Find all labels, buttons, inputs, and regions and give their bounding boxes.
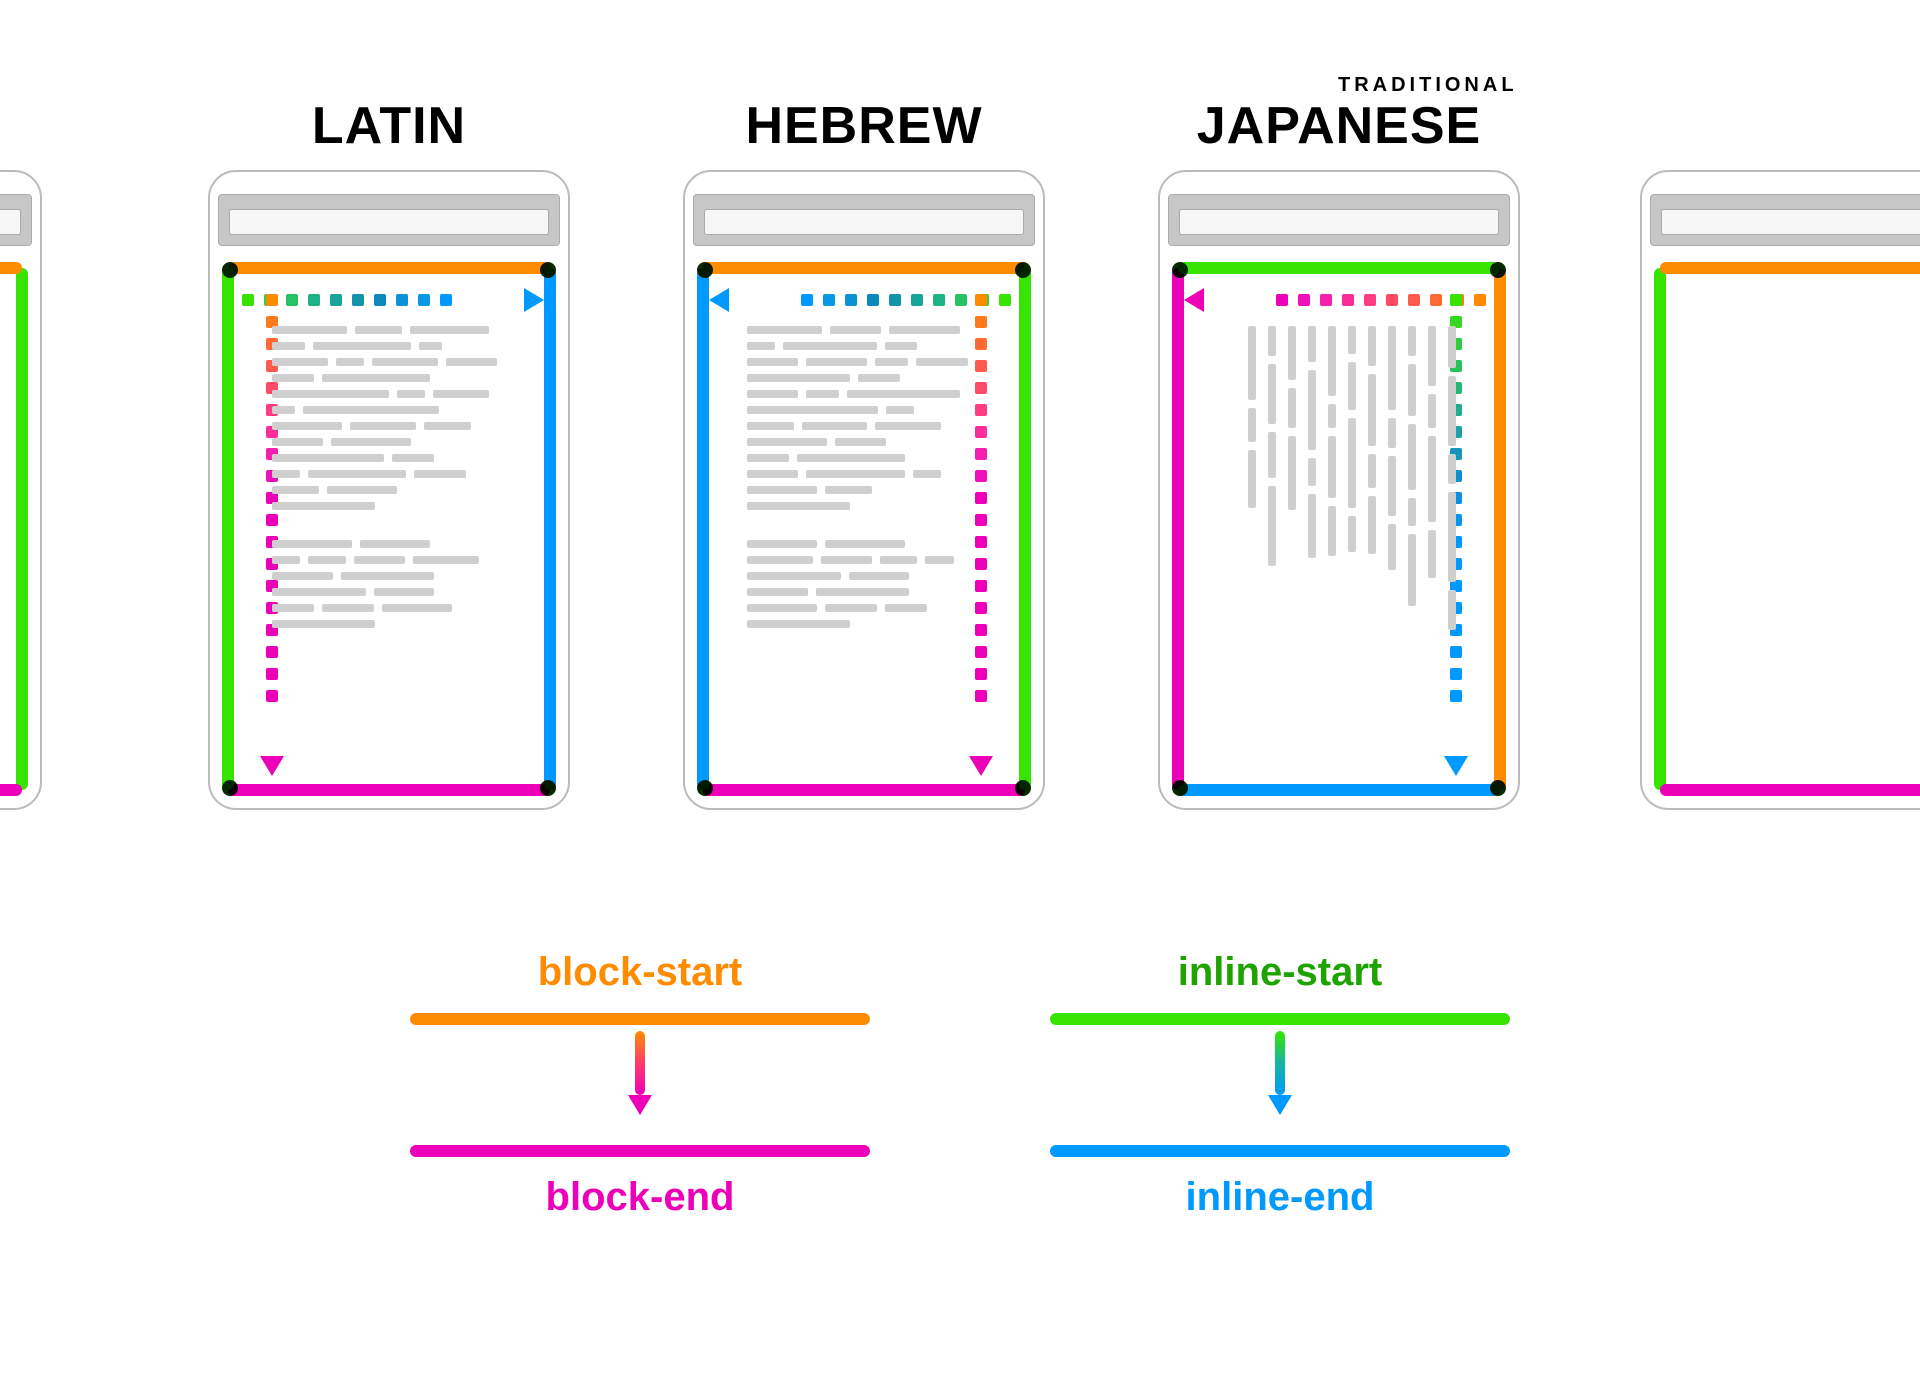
arrow-inline [1273,1031,1287,1115]
edge-block-end [703,784,1025,796]
corner-dot [222,262,238,278]
inline-flow-arrow [242,294,522,306]
edge-block-start [703,262,1025,274]
label-block-start: block-start [380,950,900,995]
content-area [1178,268,1500,790]
edge-inline-end [1178,784,1500,796]
device-latin [208,170,570,810]
edge-inline-start [1178,262,1500,274]
edge-block-end [0,784,22,796]
arrow-block [633,1031,647,1115]
corner-dot [1490,780,1506,796]
corner-dot [1015,780,1031,796]
block-flow-arrow [1206,294,1486,306]
browser-chrome [1650,194,1920,246]
legend-inline: inline-start inline-end [1020,950,1540,1220]
corner-dot [540,780,556,796]
device-hebrew [683,170,1045,810]
title-japanese: JAPANESE [1158,96,1520,156]
bar-block-start [410,1013,870,1025]
edge-inline-end [544,268,556,790]
edge-inline-start [1019,268,1031,790]
edge-inline-start [1654,268,1666,790]
label-inline-start: inline-start [1020,950,1540,995]
edge-block-start [1660,262,1920,274]
browser-chrome [1168,194,1510,246]
subtitle-japanese: TRADITIONAL [1338,74,1518,97]
edge-block-end [1172,268,1184,790]
corner-dot [1172,780,1188,796]
legend-block: block-start block-end [380,950,900,1220]
browser-chrome [218,194,560,246]
placeholder-text [272,326,506,742]
device-japanese [1158,170,1520,810]
corner-dot [697,780,713,796]
edge-inline-start [16,268,28,790]
edge-block-end [1660,784,1920,796]
corner-dot [222,780,238,796]
title-hebrew: HEBREW [683,96,1045,156]
label-inline-end: inline-end [1020,1175,1540,1220]
browser-chrome [0,194,32,246]
placeholder-text [1222,326,1456,742]
placeholder-text [747,326,981,742]
corner-dot [1172,262,1188,278]
inline-flow-arrow [731,294,1011,306]
corner-dot [540,262,556,278]
device-partial-right [1640,170,1920,810]
diagram-stage: LATIN [0,0,1920,1384]
content-area [0,268,22,790]
edge-block-start [0,262,22,274]
browser-chrome [693,194,1035,246]
corner-dot [1490,262,1506,278]
content-area [1660,268,1920,790]
content-area [228,268,550,790]
edge-block-start [228,262,550,274]
device-partial-left [0,170,42,810]
bar-inline-start [1050,1013,1510,1025]
content-area [703,268,1025,790]
title-latin: LATIN [208,96,570,156]
corner-dot [697,262,713,278]
edge-block-start [1494,268,1506,790]
corner-dot [1015,262,1031,278]
edge-inline-start [222,268,234,790]
edge-inline-end [697,268,709,790]
bar-inline-end [1050,1145,1510,1157]
bar-block-end [410,1145,870,1157]
edge-block-end [228,784,550,796]
label-block-end: block-end [380,1175,900,1220]
